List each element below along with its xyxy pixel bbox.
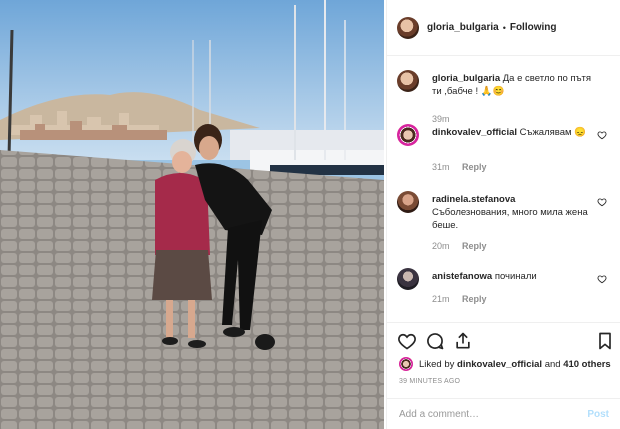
comment-input[interactable]: [399, 408, 588, 420]
post-header: gloria_bulgaria • Following: [387, 0, 620, 56]
likes-summary: Liked by dinkovalev_official and 410 oth…: [399, 357, 611, 371]
comment-body: Съболезнования, много мила жена беше.: [432, 207, 588, 231]
commenter-avatar[interactable]: [397, 268, 419, 290]
post-timestamp[interactable]: 39 MINUTES AGO: [399, 378, 460, 385]
reply-button[interactable]: Reply: [462, 241, 487, 251]
post-button[interactable]: Post: [587, 409, 609, 420]
comment-text: anistefanowa починали: [432, 270, 592, 283]
like-comment-heart-icon[interactable]: [597, 197, 607, 207]
commenter-avatar[interactable]: [397, 191, 419, 213]
comment-meta: 21m Reply: [432, 294, 487, 304]
reply-button[interactable]: Reply: [462, 294, 487, 304]
comment-meta: 31m Reply: [432, 162, 487, 172]
caption-time[interactable]: 39m: [432, 114, 450, 124]
comment-username[interactable]: anistefanowa: [432, 271, 492, 282]
like-comment-heart-icon[interactable]: [597, 274, 607, 284]
comment-text: dinkovalev_official Съжалявам 😞: [432, 126, 592, 139]
caption-text: gloria_bulgaria Да е светло по пътя ти ,…: [432, 72, 592, 98]
liked-by-prefix: Liked by: [419, 358, 455, 370]
post-sidebar: gloria_bulgaria • Following gloria_bulga…: [386, 0, 620, 429]
likes-and: and: [544, 358, 561, 370]
comment-icon[interactable]: [425, 331, 445, 351]
commenter-avatar[interactable]: [397, 124, 419, 146]
caption-username[interactable]: gloria_bulgaria: [432, 73, 500, 84]
comment-body: починали: [494, 271, 537, 282]
bookmark-icon[interactable]: [595, 331, 615, 351]
author-avatar[interactable]: [397, 16, 419, 39]
reply-button[interactable]: Reply: [462, 162, 487, 172]
heart-icon[interactable]: [397, 331, 417, 351]
caption-meta: 39m: [432, 114, 450, 124]
likes-others[interactable]: 410 others: [563, 359, 611, 370]
post-photo[interactable]: [0, 0, 384, 429]
comment-username[interactable]: radinela.stefanova: [432, 194, 515, 205]
author-avatar[interactable]: [397, 70, 419, 92]
comment-body: Съжалявам 😞: [519, 127, 587, 138]
photo-illustration: [0, 0, 384, 429]
comment-text: radinela.stefanova Съболезнования, много…: [432, 193, 592, 232]
liker-avatar[interactable]: [399, 357, 413, 371]
following-button[interactable]: Following: [510, 22, 557, 33]
share-icon[interactable]: [453, 331, 473, 351]
author-username[interactable]: gloria_bulgaria: [427, 22, 499, 33]
like-comment-heart-icon[interactable]: [597, 130, 607, 140]
header-separator: •: [502, 22, 506, 33]
add-comment-bar: Post: [387, 398, 620, 429]
comment-username[interactable]: dinkovalev_official: [432, 127, 517, 138]
comment-time[interactable]: 31m: [432, 162, 450, 172]
comment-meta: 20m Reply: [432, 241, 487, 251]
comment-time[interactable]: 20m: [432, 241, 450, 251]
comment-time[interactable]: 21m: [432, 294, 450, 304]
liker-username[interactable]: dinkovalev_official: [457, 359, 542, 370]
